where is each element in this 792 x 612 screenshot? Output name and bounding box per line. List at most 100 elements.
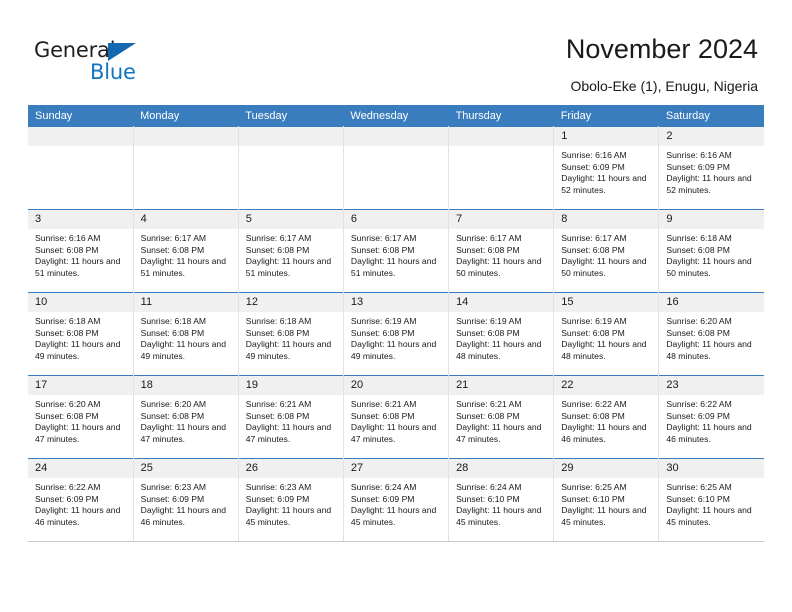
- calendar-day-cell[interactable]: 14 Sunrise: 6:19 AM Sunset: 6:08 PM Dayligh…: [448, 292, 555, 376]
- calendar-day-cell[interactable]: 13 Sunrise: 6:19 AM Sunset: 6:08 PM Dayligh…: [343, 292, 450, 376]
- daylight-text: Daylight: 11 hours and 51 minutes.: [245, 256, 332, 278]
- calendar-body: 1 Sunrise: 6:16 AM Sunset: 6:09 PM Daylight…: [28, 126, 764, 542]
- calendar-day-cell[interactable]: 26 Sunrise: 6:23 AM Sunset: 6:09 PM Dayligh…: [238, 458, 344, 542]
- sunrise-text: Sunrise: 6:20 AM: [35, 399, 101, 409]
- day-number: 20: [343, 376, 449, 395]
- sunrise-text: Sunrise: 6:20 AM: [140, 399, 207, 409]
- calendar-day-cell[interactable]: 27 Sunrise: 6:24 AM Sunset: 6:09 PM Dayligh…: [343, 458, 450, 542]
- calendar-week-row: 17 Sunrise: 6:20 AM Sunset: 6:08 PM Dayligh…: [28, 375, 764, 459]
- daylight-text: Daylight: 11 hours and 47 minutes.: [456, 422, 542, 444]
- calendar-day-cell[interactable]: 1 Sunrise: 6:16 AM Sunset: 6:09 PM Daylight…: [553, 126, 660, 210]
- sunrise-text: Sunrise: 6:17 AM: [561, 233, 627, 243]
- sunset-text: Sunset: 6:08 PM: [456, 327, 520, 338]
- calendar-day-cell-empty: [448, 126, 555, 210]
- calendar-day-cell[interactable]: 6 Sunrise: 6:17 AM Sunset: 6:08 PM Daylight…: [343, 209, 450, 293]
- weekday-header-row: Sunday Monday Tuesday Wednesday Thursday…: [28, 105, 764, 127]
- sunset-text: Sunset: 6:08 PM: [140, 244, 205, 255]
- calendar-day-cell[interactable]: 3 Sunrise: 6:16 AM Sunset: 6:08 PM Daylight…: [28, 209, 134, 293]
- sunset-text: Sunset: 6:08 PM: [245, 244, 310, 255]
- sunrise-text: Sunrise: 6:21 AM: [350, 399, 417, 409]
- calendar-day-cell[interactable]: 5 Sunrise: 6:17 AM Sunset: 6:08 PM Daylight…: [238, 209, 344, 293]
- calendar-day-cell[interactable]: 7 Sunrise: 6:17 AM Sunset: 6:08 PM Daylight…: [448, 209, 555, 293]
- day-number: 11: [133, 293, 238, 312]
- calendar-day-cell[interactable]: 11 Sunrise: 6:18 AM Sunset: 6:08 PM Dayligh…: [133, 292, 239, 376]
- calendar-day-cell[interactable]: 21 Sunrise: 6:21 AM Sunset: 6:08 PM Dayligh…: [448, 375, 555, 459]
- day-number: [28, 127, 133, 146]
- sunrise-text: Sunrise: 6:18 AM: [666, 233, 732, 243]
- daylight-text: Daylight: 11 hours and 46 minutes.: [666, 422, 752, 444]
- day-details: Sunrise: 6:18 AM Sunset: 6:08 PM Daylight:…: [659, 229, 764, 279]
- sunset-text: Sunset: 6:09 PM: [140, 493, 205, 504]
- day-number: 3: [28, 210, 133, 229]
- sunrise-text: Sunrise: 6:18 AM: [35, 316, 101, 326]
- day-details: Sunrise: 6:22 AM Sunset: 6:09 PM Daylight:…: [659, 395, 764, 445]
- calendar-day-cell[interactable]: 12 Sunrise: 6:18 AM Sunset: 6:08 PM Dayligh…: [238, 292, 344, 376]
- day-number: 16: [659, 293, 764, 312]
- day-details: Sunrise: 6:21 AM Sunset: 6:08 PM Daylight:…: [449, 395, 553, 445]
- sunrise-text: Sunrise: 6:24 AM: [456, 482, 522, 492]
- calendar-day-cell[interactable]: 29 Sunrise: 6:25 AM Sunset: 6:10 PM Dayligh…: [553, 458, 660, 542]
- weekday-header-monday: Monday: [133, 105, 239, 127]
- day-number: 12: [238, 293, 343, 312]
- calendar-day-cell[interactable]: 16 Sunrise: 6:20 AM Sunset: 6:08 PM Dayligh…: [658, 292, 764, 376]
- daylight-text: Daylight: 11 hours and 47 minutes.: [140, 422, 226, 444]
- daylight-text: Daylight: 11 hours and 51 minutes.: [140, 256, 226, 278]
- day-number: 13: [343, 293, 449, 312]
- daylight-text: Daylight: 11 hours and 51 minutes.: [35, 256, 121, 278]
- day-details: Sunrise: 6:18 AM Sunset: 6:08 PM Daylight:…: [134, 312, 238, 362]
- day-number: 1: [554, 127, 659, 146]
- calendar-day-cell[interactable]: 15 Sunrise: 6:19 AM Sunset: 6:08 PM Dayligh…: [553, 292, 660, 376]
- calendar-day-cell[interactable]: 22 Sunrise: 6:22 AM Sunset: 6:08 PM Dayligh…: [553, 375, 660, 459]
- daylight-text: Daylight: 11 hours and 46 minutes.: [561, 422, 647, 444]
- calendar-day-cell[interactable]: 25 Sunrise: 6:23 AM Sunset: 6:09 PM Dayligh…: [133, 458, 239, 542]
- daylight-text: Daylight: 11 hours and 46 minutes.: [35, 505, 121, 527]
- day-details: Sunrise: 6:17 AM Sunset: 6:08 PM Daylight:…: [554, 229, 658, 279]
- daylight-text: Daylight: 11 hours and 45 minutes.: [456, 505, 542, 527]
- sunrise-text: Sunrise: 6:20 AM: [666, 316, 732, 326]
- day-number: [449, 127, 554, 146]
- sunrise-text: Sunrise: 6:19 AM: [561, 316, 627, 326]
- calendar-day-cell[interactable]: 2 Sunrise: 6:16 AM Sunset: 6:09 PM Daylight…: [658, 126, 764, 210]
- calendar-day-cell[interactable]: 20 Sunrise: 6:21 AM Sunset: 6:08 PM Dayligh…: [343, 375, 450, 459]
- day-number: 29: [554, 459, 659, 478]
- daylight-text: Daylight: 11 hours and 50 minutes.: [561, 256, 647, 278]
- day-number: [343, 127, 449, 146]
- calendar-day-cell[interactable]: 17 Sunrise: 6:20 AM Sunset: 6:08 PM Dayligh…: [28, 375, 134, 459]
- daylight-text: Daylight: 11 hours and 48 minutes.: [666, 339, 752, 361]
- daylight-text: Daylight: 11 hours and 45 minutes.: [245, 505, 332, 527]
- sunrise-text: Sunrise: 6:25 AM: [666, 482, 732, 492]
- day-details: Sunrise: 6:25 AM Sunset: 6:10 PM Daylight:…: [659, 478, 764, 528]
- daylight-text: Daylight: 11 hours and 48 minutes.: [456, 339, 542, 361]
- day-number: 26: [238, 459, 343, 478]
- calendar-day-cell[interactable]: 9 Sunrise: 6:18 AM Sunset: 6:08 PM Daylight…: [658, 209, 764, 293]
- sunrise-text: Sunrise: 6:18 AM: [140, 316, 207, 326]
- calendar-day-cell[interactable]: 8 Sunrise: 6:17 AM Sunset: 6:08 PM Daylight…: [553, 209, 660, 293]
- calendar-day-cell[interactable]: 10 Sunrise: 6:18 AM Sunset: 6:08 PM Dayligh…: [28, 292, 134, 376]
- calendar-day-cell[interactable]: 23 Sunrise: 6:22 AM Sunset: 6:09 PM Dayligh…: [658, 375, 764, 459]
- day-details: Sunrise: 6:24 AM Sunset: 6:09 PM Daylight:…: [344, 478, 448, 528]
- sunrise-text: Sunrise: 6:16 AM: [35, 233, 101, 243]
- day-number: 7: [449, 210, 554, 229]
- sunset-text: Sunset: 6:08 PM: [561, 410, 625, 421]
- weekday-header-friday: Friday: [553, 105, 659, 127]
- calendar-day-cell-empty: [28, 126, 134, 210]
- calendar-day-cell[interactable]: 18 Sunrise: 6:20 AM Sunset: 6:08 PM Dayligh…: [133, 375, 239, 459]
- calendar-day-cell[interactable]: 28 Sunrise: 6:24 AM Sunset: 6:10 PM Dayligh…: [448, 458, 555, 542]
- calendar-day-cell[interactable]: 30 Sunrise: 6:25 AM Sunset: 6:10 PM Dayligh…: [658, 458, 764, 542]
- daylight-text: Daylight: 11 hours and 47 minutes.: [245, 422, 332, 444]
- calendar-day-cell[interactable]: 4 Sunrise: 6:17 AM Sunset: 6:08 PM Daylight…: [133, 209, 239, 293]
- weekday-header-wednesday: Wednesday: [343, 105, 449, 127]
- sunset-text: Sunset: 6:08 PM: [35, 410, 99, 421]
- triangle-icon: [108, 43, 136, 61]
- sunrise-text: Sunrise: 6:24 AM: [350, 482, 417, 492]
- sunrise-text: Sunrise: 6:17 AM: [245, 233, 312, 243]
- logo-text-blue: Blue: [90, 60, 136, 84]
- general-blue-logo[interactable]: General Blue: [34, 38, 164, 84]
- day-number: 9: [659, 210, 764, 229]
- calendar-day-cell-empty: [238, 126, 344, 210]
- day-number: 5: [238, 210, 343, 229]
- calendar-day-cell[interactable]: 19 Sunrise: 6:21 AM Sunset: 6:08 PM Dayligh…: [238, 375, 344, 459]
- calendar-day-cell[interactable]: 24 Sunrise: 6:22 AM Sunset: 6:09 PM Dayligh…: [28, 458, 134, 542]
- day-number: 15: [554, 293, 659, 312]
- daylight-text: Daylight: 11 hours and 47 minutes.: [35, 422, 121, 444]
